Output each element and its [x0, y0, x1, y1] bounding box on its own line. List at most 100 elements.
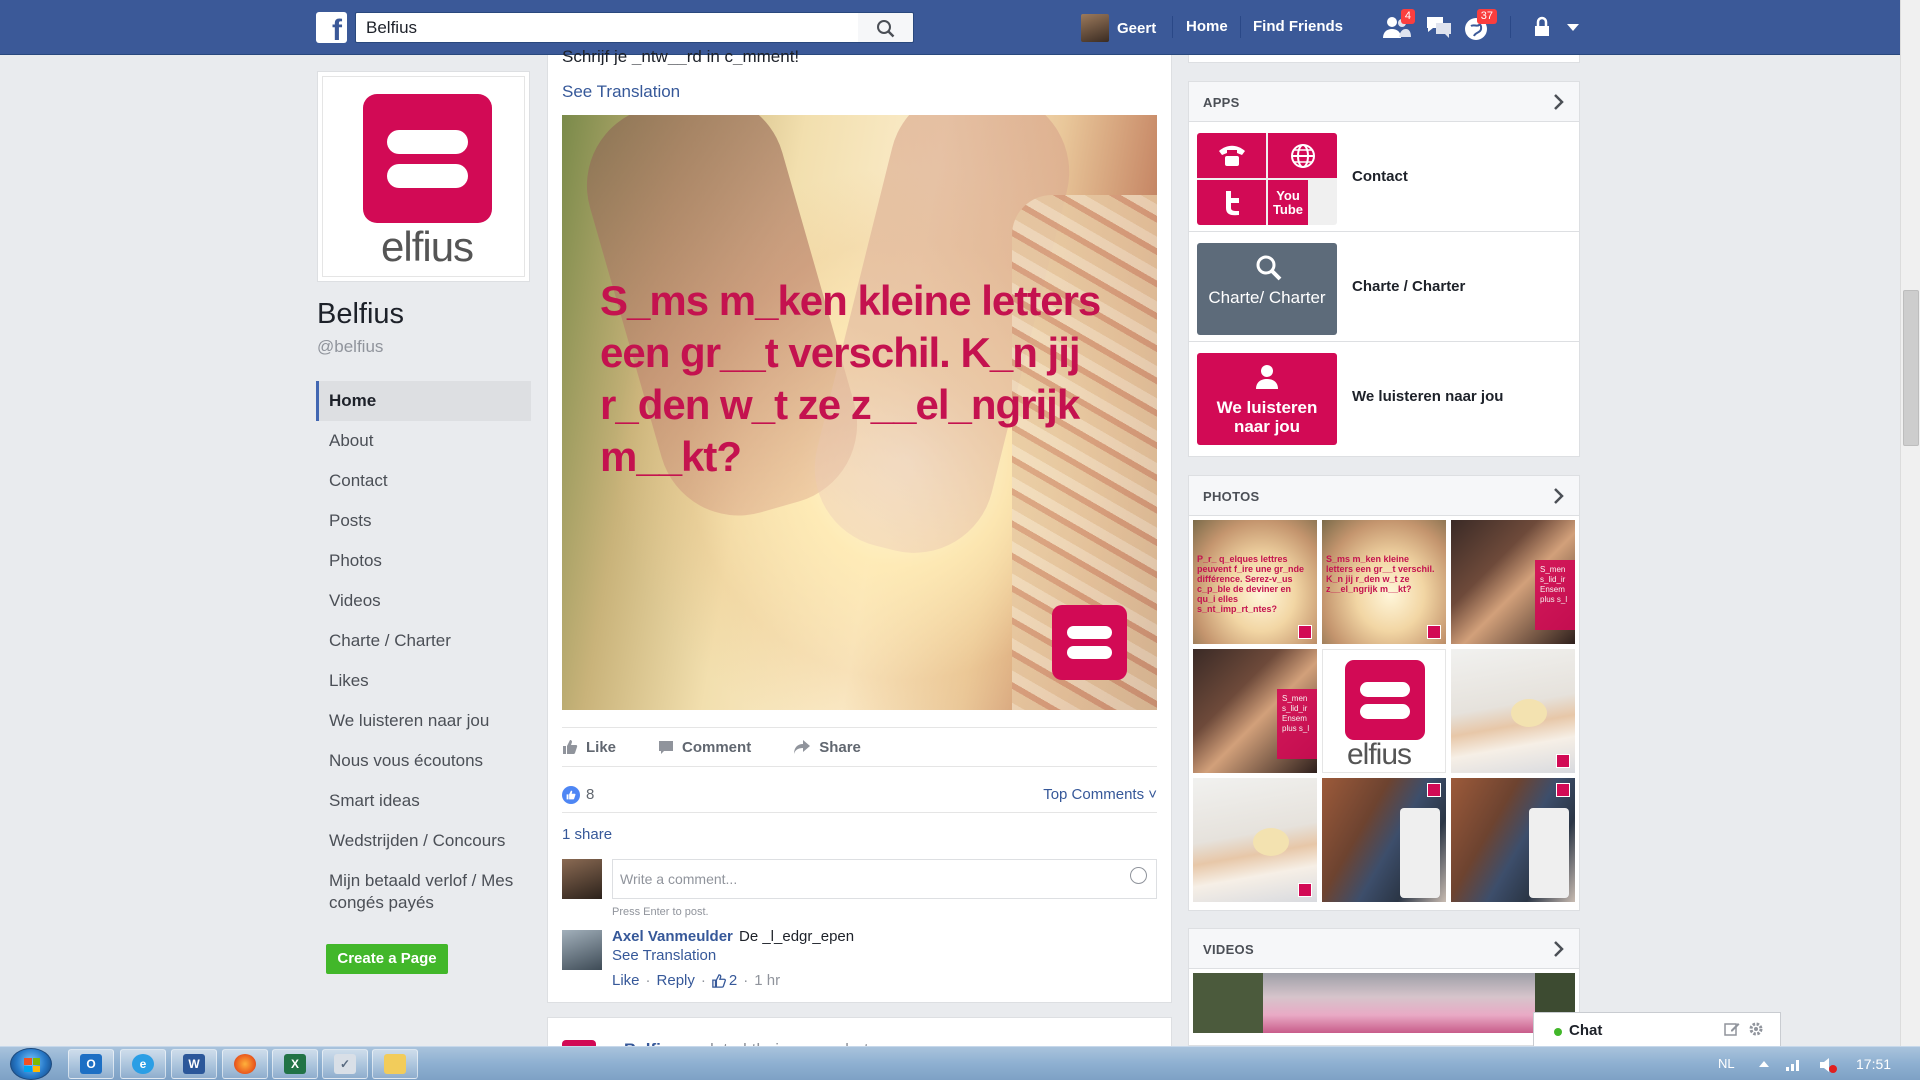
see-translation-link[interactable]: See Translation: [562, 82, 680, 102]
shares-count-link[interactable]: 1 share: [562, 826, 612, 843]
app-contact[interactable]: You Tube Contact: [1189, 122, 1579, 232]
photo-thumbnail[interactable]: elfius: [1322, 649, 1446, 773]
comment-item: Axel Vanmeulder De _l_edgr_epen See Tran…: [562, 927, 1157, 989]
comment-author[interactable]: Axel Vanmeulder: [612, 928, 733, 945]
post-text: Schrijf je _ntw__rd in c_mment!: [562, 47, 800, 65]
taskbar-outlook-button[interactable]: O: [68, 1049, 114, 1079]
photos-header[interactable]: PHOTOS: [1189, 476, 1579, 516]
nav-item-home[interactable]: Home: [316, 381, 531, 421]
separator-dot: ·: [645, 972, 651, 989]
messages-icon: [1427, 17, 1451, 38]
video-thumbnail[interactable]: [1193, 973, 1575, 1033]
post-image[interactable]: S_ms m_ken kleine letters een gr__t vers…: [562, 115, 1157, 710]
app-charter-label[interactable]: Charte / Charter: [1352, 278, 1465, 295]
app-contact-label[interactable]: Contact: [1352, 168, 1408, 185]
show-hidden-icons-icon[interactable]: [1758, 1059, 1770, 1069]
search-input[interactable]: Belfius: [355, 12, 859, 43]
press-enter-hint: Press Enter to post.: [612, 906, 709, 918]
scrollbar-thumb[interactable]: [1903, 290, 1919, 446]
friend-requests-button[interactable]: 4: [1381, 9, 1415, 42]
top-comments-dropdown[interactable]: Top Comments ˅: [1043, 786, 1157, 803]
photo-thumbnail[interactable]: [1451, 778, 1575, 902]
page-scrollbar[interactable]: [1900, 0, 1920, 1046]
logo-bar: [1360, 682, 1410, 697]
page-profile-picture[interactable]: elfius: [317, 71, 530, 282]
network-icon[interactable]: [1785, 1056, 1803, 1072]
nav-item-wedstrijden[interactable]: Wedstrijden / Concours: [316, 821, 531, 861]
taskbar-word-button[interactable]: W: [171, 1049, 217, 1079]
taskbar-firefox-button[interactable]: [222, 1049, 268, 1079]
taskbar-clock[interactable]: 17:51: [1856, 1056, 1891, 1072]
belfius-logo-icon: [1052, 605, 1127, 680]
apps-header[interactable]: APPS: [1189, 82, 1579, 122]
likes-count[interactable]: 8: [586, 786, 594, 803]
nav-item-photos[interactable]: Photos: [316, 541, 531, 581]
comment-input[interactable]: Write a comment...: [612, 859, 1157, 899]
search-button[interactable]: [858, 12, 914, 43]
photo-thumbnail[interactable]: S_men s_lid_ir Ensem plus s_l: [1193, 649, 1317, 773]
nav-item-contact[interactable]: Contact: [316, 461, 531, 501]
compose-icon[interactable]: [1724, 1021, 1740, 1037]
logo-bar: [387, 130, 468, 154]
chat-sidebar-tab[interactable]: Chat: [1533, 1012, 1781, 1046]
messages-button[interactable]: [1424, 14, 1454, 42]
windows-start-button[interactable]: [10, 1048, 52, 1080]
photo-thumbnail[interactable]: P_r_ q_elques lettres peuvent f_ire une …: [1193, 520, 1317, 644]
charter-tile-text: Charte/ Charter: [1208, 288, 1326, 307]
app-we-luisteren[interactable]: We luisteren naar jou We luisteren naar …: [1189, 342, 1579, 452]
taskbar-excel-button[interactable]: X: [272, 1049, 318, 1079]
comment-reply-link[interactable]: Reply: [657, 972, 695, 989]
like-reaction-icon[interactable]: [562, 785, 580, 804]
taskbar-ie-button[interactable]: e: [120, 1049, 166, 1079]
nav-item-betaald-verlof[interactable]: Mijn betaald verlof / Mes congés payés: [316, 861, 531, 921]
thumbs-up-icon: [712, 973, 726, 988]
photo-thumbnail[interactable]: [1322, 778, 1446, 902]
comment-like-count[interactable]: 2: [729, 972, 737, 989]
emoji-icon[interactable]: [1130, 867, 1147, 884]
nav-item-we-luisteren[interactable]: We luisteren naar jou: [316, 701, 531, 741]
find-friends-link[interactable]: Find Friends: [1253, 18, 1343, 35]
page-handle[interactable]: @belfius: [317, 337, 383, 357]
chevron-right-icon: [1554, 488, 1564, 504]
taskbar-tool-button[interactable]: ✓: [322, 1049, 368, 1079]
home-link[interactable]: Home: [1186, 18, 1228, 35]
photo-thumbnail[interactable]: [1193, 778, 1317, 902]
app-we-luisteren-label[interactable]: We luisteren naar jou: [1352, 388, 1503, 405]
nav-item-nous-vous-ecoutons[interactable]: Nous vous écoutons: [316, 741, 531, 781]
share-button[interactable]: Share: [793, 739, 861, 756]
app-charter[interactable]: Charte/ Charter Charte / Charter: [1189, 232, 1579, 342]
notifications-button[interactable]: 37: [1463, 9, 1497, 42]
nav-item-likes[interactable]: Likes: [316, 661, 531, 701]
windows-logo-icon: [24, 1058, 40, 1072]
comment-like-link[interactable]: Like: [612, 972, 640, 989]
account-menu-button[interactable]: [1565, 14, 1585, 42]
belfius-logo-icon: [363, 94, 492, 223]
nav-item-about[interactable]: About: [316, 421, 531, 461]
comment-timestamp[interactable]: 1 hr: [754, 972, 780, 989]
like-button[interactable]: Like: [562, 739, 616, 756]
comment-see-translation-link[interactable]: See Translation: [612, 947, 716, 964]
taskbar-explorer-button[interactable]: [372, 1049, 418, 1079]
avatar[interactable]: [562, 930, 602, 970]
comment-text: De _l_edgr_epen: [739, 928, 855, 945]
facebook-logo-icon[interactable]: f: [316, 12, 347, 43]
create-page-button[interactable]: Create a Page: [326, 944, 448, 974]
photo-thumbnail[interactable]: S_ms m_ken kleine letters een gr__t vers…: [1322, 520, 1446, 644]
nav-item-charter[interactable]: Charte / Charter: [316, 621, 531, 661]
privacy-shortcuts-button[interactable]: [1532, 14, 1562, 42]
gear-icon[interactable]: [1748, 1021, 1764, 1037]
nav-item-posts[interactable]: Posts: [316, 501, 531, 541]
nav-item-videos[interactable]: Videos: [316, 581, 531, 621]
comment-button[interactable]: Comment: [658, 739, 751, 756]
like-label: Like: [586, 738, 617, 756]
videos-header[interactable]: VIDEOS: [1189, 929, 1579, 969]
language-indicator[interactable]: NL: [1718, 1056, 1735, 1071]
post-image-text: S_ms m_ken kleine letters een gr__t vers…: [600, 277, 1101, 480]
photo-thumbnail[interactable]: S_men s_lid_ir Ensem plus s_l: [1451, 520, 1575, 644]
profile-link[interactable]: Geert: [1081, 13, 1156, 43]
post-action-bar: Like Comment Share: [562, 727, 1157, 767]
page-title[interactable]: Belfius: [317, 298, 404, 331]
volume-icon[interactable]: [1818, 1056, 1838, 1074]
nav-item-smart-ideas[interactable]: Smart ideas: [316, 781, 531, 821]
photo-thumbnail[interactable]: [1451, 649, 1575, 773]
